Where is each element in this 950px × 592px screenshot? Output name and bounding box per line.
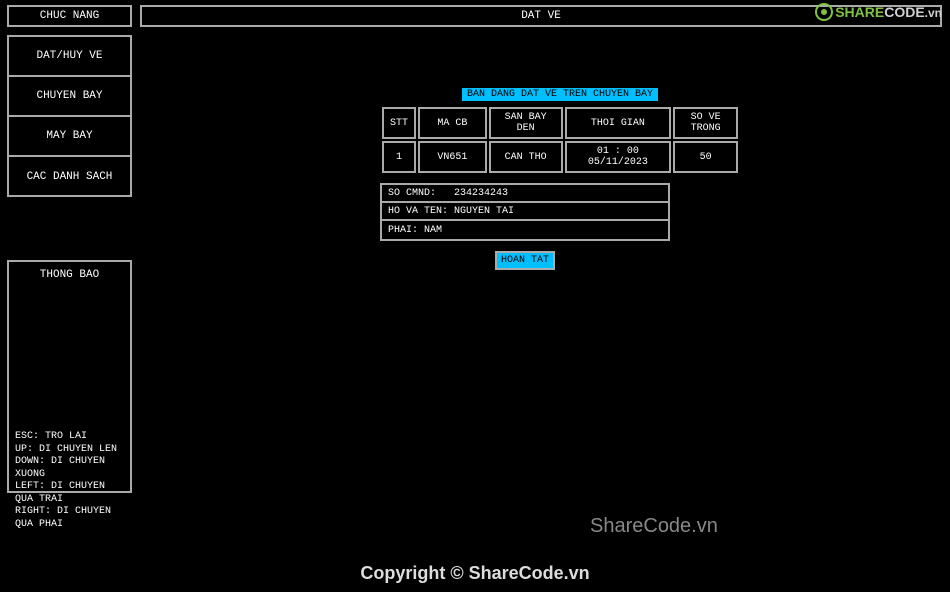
td-thoigian: 01 : 00 05/11/2023 [565,141,672,173]
menu-label: CAC DANH SACH [27,171,113,183]
logo-share: SHARE [835,4,884,20]
logo-code: CODE [884,4,924,20]
sharecode-logo: SHARECODE.vn [815,3,942,21]
info-phai: PHAI: NAM [382,221,668,239]
cmnd-label: SO CMND: [388,188,436,199]
logo-vn: .vn [925,6,942,20]
hoantat-button[interactable]: HOAN TAT [495,251,555,270]
th-thoigian: THOI GIAN [565,107,672,139]
passenger-info: SO CMND: 234234243 HO VA TEN: NGUYEN TAI… [380,183,670,241]
sidebar-menu: DAT/HUY VE CHUYEN BAY MAY BAY CAC DANH S… [7,35,132,197]
menu-item-cacdanhsach[interactable]: CAC DANH SACH [9,157,130,197]
info-hoten: HO VA TEN: NGUYEN TAI [382,203,668,221]
menu-item-chuyenbay[interactable]: CHUYEN BAY [9,77,130,117]
help-text: ESC: TRO LAI UP: DI CHUYEN LEN DOWN: DI … [15,431,124,531]
copyright-text: Copyright © ShareCode.vn [0,563,950,584]
td-sanbay: CAN THO [489,141,563,173]
thong-bao-title: THONG BAO [15,269,124,281]
td-sove: 50 [673,141,738,173]
th-macb: MA CB [418,107,487,139]
th-sanbay: SAN BAY DEN [489,107,563,139]
hoten-label: HO VA TEN: [388,206,448,217]
header-right-label: DAT VE [521,10,561,22]
td-stt: 1 [382,141,416,173]
info-cmnd: SO CMND: 234234243 [382,185,668,203]
thong-bao-panel: THONG BAO ESC: TRO LAI UP: DI CHUYEN LEN… [7,260,132,493]
flight-table: STT MA CB SAN BAY DEN THOI GIAN SO VE TR… [380,105,740,175]
help-right: RIGHT: DI CHUYEN QUA PHAI [15,506,124,531]
td-macb: VN651 [418,141,487,173]
watermark-text: ShareCode.vn [590,515,718,538]
main-content: BAN DANG DAT VE TREN CHUYEN BAY STT MA C… [380,88,740,270]
menu-item-maybay[interactable]: MAY BAY [9,117,130,157]
cmnd-value: 234234243 [454,188,508,199]
th-sove: SO VE TRONG [673,107,738,139]
menu-label: DAT/HUY VE [36,50,102,62]
menu-item-dathuyve[interactable]: DAT/HUY VE [9,37,130,77]
content-title: BAN DANG DAT VE TREN CHUYEN BAY [462,88,658,101]
phai-value: NAM [424,225,442,236]
help-up: UP: DI CHUYEN LEN [15,444,124,457]
help-esc: ESC: TRO LAI [15,431,124,444]
help-left: LEFT: DI CHUYEN QUA TRAI [15,481,124,506]
menu-label: MAY BAY [46,130,92,142]
help-down: DOWN: DI CHUYEN XUONG [15,456,124,481]
phai-label: PHAI: [388,225,418,236]
hoten-value: NGUYEN TAI [454,206,514,217]
menu-label: CHUYEN BAY [36,90,102,102]
header-chucnang: CHUC NANG [7,5,132,27]
th-stt: STT [382,107,416,139]
table-row[interactable]: 1 VN651 CAN THO 01 : 00 05/11/2023 50 [382,141,738,173]
logo-icon [815,3,833,21]
header-left-label: CHUC NANG [40,10,99,22]
